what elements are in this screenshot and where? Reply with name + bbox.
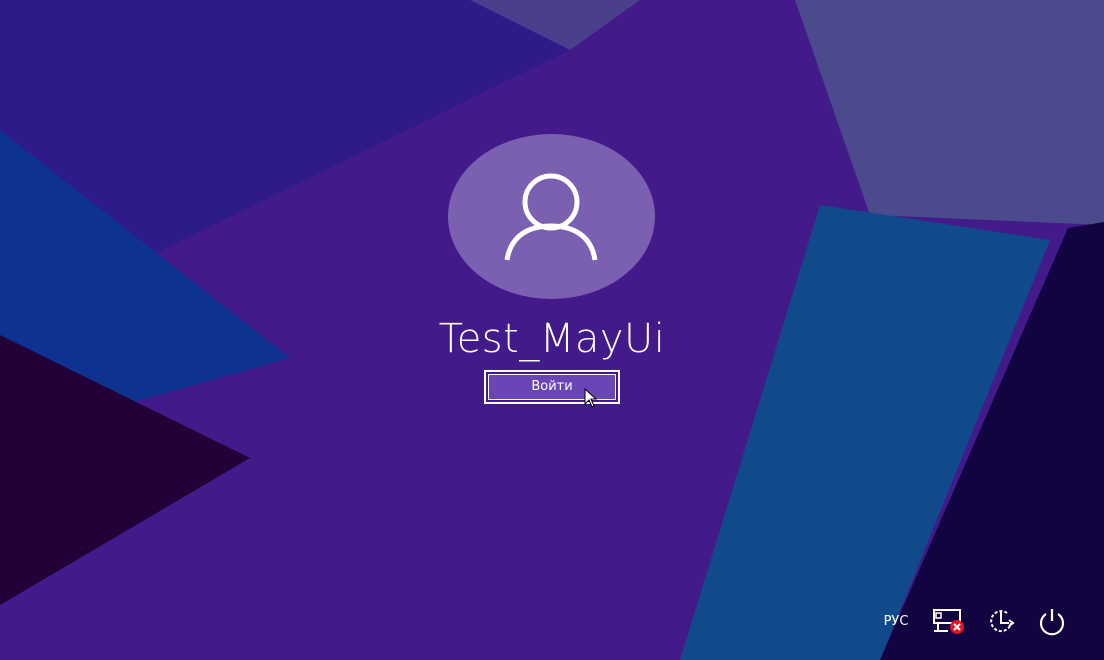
power-button[interactable]	[1032, 604, 1072, 638]
user-silhouette-icon	[504, 173, 598, 261]
sign-in-button[interactable]: Войти	[484, 370, 620, 404]
network-button[interactable]	[926, 604, 970, 638]
network-disconnected-icon	[933, 609, 964, 634]
lock-screen: Test_MayUi Войти РУС	[0, 0, 1104, 660]
ease-of-access-icon	[990, 610, 1015, 633]
power-icon	[1039, 609, 1065, 636]
user-avatar	[448, 134, 655, 299]
mouse-cursor-icon	[584, 388, 598, 408]
ease-of-access-button[interactable]	[980, 604, 1024, 638]
user-name: Test_MayUi	[438, 316, 666, 362]
input-language-indicator[interactable]: РУС	[874, 604, 918, 638]
